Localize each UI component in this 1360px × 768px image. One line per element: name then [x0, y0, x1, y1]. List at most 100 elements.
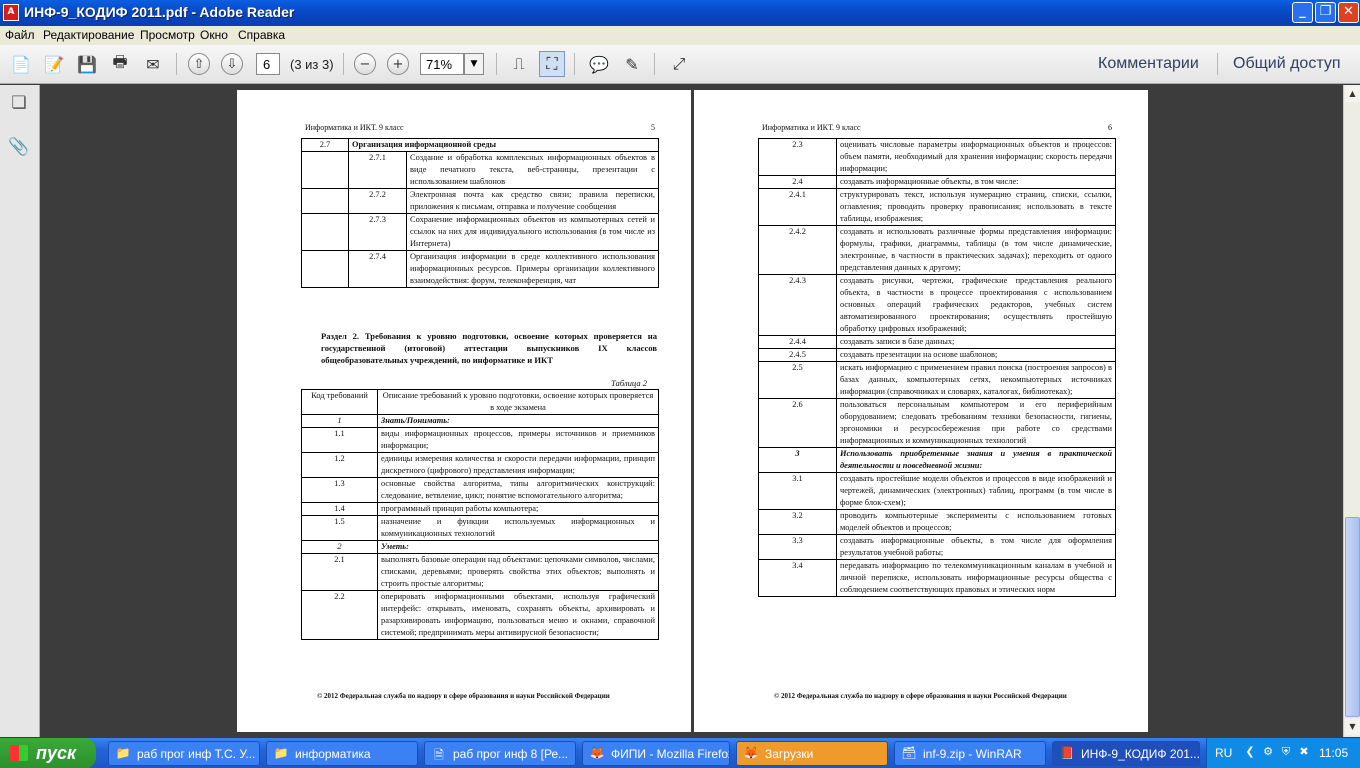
table-row: 2.7.2 Электронная почта как средство связ…	[301, 188, 659, 214]
folder-icon: 📁	[115, 746, 131, 760]
window-title: ИНФ-9_КОДИФ 2011.pdf - Adobe Reader	[24, 4, 295, 20]
taskbar-item[interactable]: 🦊 Загрузки	[736, 741, 888, 766]
network-icon[interactable]: ⚙	[1261, 745, 1275, 759]
table-row: 3.3 создавать информационные объекты, в т…	[758, 534, 1116, 560]
menu-file[interactable]: Файл	[5, 28, 35, 42]
firefox-icon: 🦊	[589, 746, 605, 760]
page-footer: © 2012 Федеральная служба по надзору в с…	[317, 692, 610, 700]
scroll-down-icon[interactable]: ▼	[1345, 719, 1360, 735]
taskbar-item[interactable]: 📁 раб прог инф Т.С. У...	[108, 741, 260, 766]
tray-arrow-icon[interactable]: ❮	[1243, 745, 1257, 759]
table-row: 1.2 единицы измерения количества и скорос…	[301, 452, 659, 478]
page-header: Информатика и ИКТ. 9 класс	[762, 123, 861, 132]
table-row: 2.4.3 создавать рисунки, чертежи, графиче…	[758, 274, 1116, 336]
print-icon[interactable]: 🖶	[107, 51, 133, 77]
folder-icon: 📁	[273, 746, 289, 760]
requirements-table-1: 2.7 Организация информационной среды 2.7.…	[301, 138, 659, 288]
menu-window[interactable]: Окно	[200, 28, 228, 42]
vertical-scrollbar[interactable]: ▲ ▼	[1343, 85, 1360, 737]
document-icon: 🗎	[434, 748, 444, 762]
save-icon[interactable]: 💾	[74, 51, 100, 77]
scroll-up-icon[interactable]: ▲	[1345, 86, 1360, 102]
start-button[interactable]: пуск	[0, 738, 96, 768]
fit-page-icon[interactable]: ⎍	[506, 51, 532, 77]
table-row: 3.4 передавать информацию по телекоммуник…	[758, 559, 1116, 597]
zoom-in-icon[interactable]: +	[387, 53, 409, 75]
previous-page-icon[interactable]: ⇧	[188, 53, 210, 75]
menu-help[interactable]: Справка	[238, 28, 285, 42]
table-row: 2.7.3 Сохранение информационных объектов …	[301, 213, 659, 251]
page-number: 6	[1108, 123, 1112, 132]
table-row: 2.1 выполнять базовые операции над объект…	[301, 553, 659, 591]
zoom-input[interactable]: 71%	[420, 53, 464, 75]
highlight-icon[interactable]: ✎	[619, 51, 645, 77]
table-row: 2.4.1 структурировать текст, используя ну…	[758, 188, 1116, 226]
scroll-thumb[interactable]	[1345, 517, 1360, 717]
table-row: 2.6 пользоваться персональным компьютером…	[758, 398, 1116, 448]
section-title: Раздел 2. Требования к уровню подготовки…	[321, 331, 657, 365]
page-header: Информатика и ИКТ. 9 класс	[305, 123, 404, 132]
maximize-button[interactable]: ❐	[1315, 2, 1336, 23]
table-row: 2.7.1 Создание и обработка комплексных ин…	[301, 151, 659, 189]
menu-bar: Файл Редактирование Просмотр Окно Справк…	[0, 26, 1360, 45]
antivirus-icon[interactable]: ✖	[1297, 745, 1311, 759]
table-row: 3 Использовать приобретенные знания и уме…	[758, 447, 1116, 473]
zoom-out-icon[interactable]: −	[354, 53, 376, 75]
pages-icon[interactable]: ❏	[8, 93, 30, 115]
pdf-page-right: Информатика и ИКТ. 9 класс 6 2.3 оцениват…	[694, 90, 1148, 732]
language-indicator[interactable]: RU	[1215, 746, 1232, 760]
minimize-button[interactable]: _	[1292, 2, 1313, 23]
table-row: 1.3 основные свойства алгоритма, типы алг…	[301, 477, 659, 503]
table-row: 2.4.5 создавать презентации на основе шаб…	[758, 348, 1116, 362]
comments-button[interactable]: Комментарии	[1098, 55, 1199, 73]
taskbar-item[interactable]: 🗃 inf-9.zip - WinRAR	[894, 741, 1046, 766]
pdf-page-left: Информатика и ИКТ. 9 класс 5 2.7 Организа…	[237, 90, 691, 732]
page-number-input[interactable]: 6	[256, 53, 280, 75]
next-page-icon[interactable]: ⇩	[221, 53, 243, 75]
table-caption: Таблица 2	[611, 378, 648, 388]
table-row: 1.4 программный принцип работы компьютера…	[301, 502, 659, 516]
table-row: 2.7.4 Организация информации в среде колл…	[301, 250, 659, 288]
table-row: 2.5 искать информацию с применением прави…	[758, 361, 1116, 399]
navigation-panel: ❏ 📎	[0, 85, 40, 737]
taskbar-item[interactable]: 📁 информатика	[266, 741, 418, 766]
pdf-icon: 📕	[1059, 746, 1075, 760]
archive-icon: 🗃	[901, 746, 917, 760]
table-row: 3.1 создавать простейшие модели объектов …	[758, 472, 1116, 510]
taskbar: пуск 📁 раб прог инф Т.С. У... 📁 информатик…	[0, 737, 1360, 768]
table-row: 2.3 оценивать числовые параметры информац…	[758, 138, 1116, 176]
clock: 11:05	[1319, 746, 1349, 760]
requirements-table-2: Код требований Описание требований к уров…	[301, 389, 659, 640]
attachments-icon[interactable]: 📎	[8, 137, 30, 159]
edit-pdf-icon[interactable]: 📝	[41, 51, 67, 77]
share-button[interactable]: Общий доступ	[1233, 55, 1341, 73]
requirements-table-3: 2.3 оценивать числовые параметры информац…	[758, 138, 1116, 597]
windows-logo-icon	[10, 745, 28, 761]
table-row: 2 Уметь:	[301, 540, 659, 554]
zoom-dropdown-icon[interactable]: ▼	[464, 53, 484, 75]
taskbar-item-active[interactable]: 📕 ИНФ-9_КОДИФ 201...	[1052, 741, 1200, 766]
table-row: 1 Знать/Понимать:	[301, 414, 659, 428]
email-icon[interactable]: ✉	[140, 51, 166, 77]
table-row: 1.1 виды информационных процессов, пример…	[301, 427, 659, 453]
table-row: 2.7 Организация информационной среды	[301, 138, 659, 152]
security-icon[interactable]: ⛨	[1279, 745, 1293, 759]
menu-view[interactable]: Просмотр	[140, 28, 195, 42]
comment-icon[interactable]: 💬	[586, 51, 612, 77]
pdf-icon: A	[3, 4, 19, 21]
table-row: 2.2 оперировать информационными объектами…	[301, 590, 659, 640]
full-screen-icon[interactable]: ⤢	[666, 51, 692, 77]
taskbar-item[interactable]: 🦊 ФИПИ - Mozilla Firefox	[582, 741, 730, 766]
fit-width-icon[interactable]: ⛶	[539, 51, 565, 77]
table-row: 2.4.4 создавать записи в базе данных;	[758, 335, 1116, 349]
table-row: 2.4 создавать информационные объекты, в т…	[758, 175, 1116, 189]
page-number: 5	[651, 123, 655, 132]
create-pdf-icon[interactable]: 📄	[8, 51, 34, 77]
table-row: 3.2 проводить компьютерные эксперименты с…	[758, 509, 1116, 535]
taskbar-item[interactable]: 🗎 раб прог инф 8 [Ре...	[424, 741, 576, 766]
page-footer: © 2012 Федеральная служба по надзору в с…	[774, 692, 1067, 700]
table-row: 1.5 назначение и функции используемых инф…	[301, 515, 659, 541]
firefox-icon: 🦊	[743, 746, 759, 760]
close-button[interactable]: ✕	[1338, 2, 1359, 23]
menu-edit[interactable]: Редактирование	[43, 28, 134, 42]
